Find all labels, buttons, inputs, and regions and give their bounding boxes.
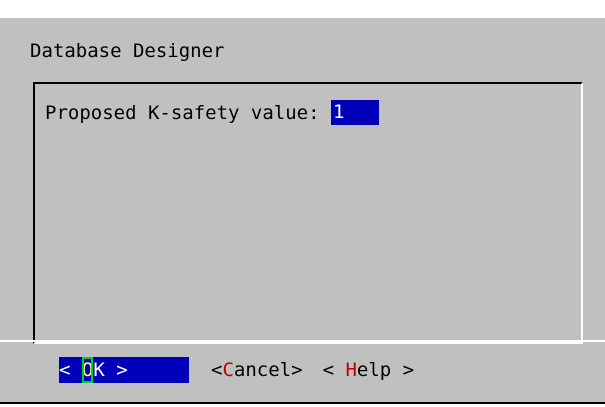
dialog-content-box: Proposed K-safety value: 1 [33,82,583,344]
cancel-bracket-right: > [291,359,303,381]
k-safety-label: Proposed K-safety value: [45,102,331,124]
button-bar: < OK > <Cancel> < Help > [59,357,414,385]
k-safety-input[interactable]: 1 [330,100,379,125]
ok-button[interactable]: < OK > [59,357,189,383]
ok-bracket-left: < [59,359,82,381]
help-label-rest: elp [356,359,392,381]
cancel-bracket-left: < [211,359,223,381]
help-bracket-right: > [391,359,415,381]
help-button[interactable]: < Help > [323,357,415,383]
help-hotkey: H [345,359,357,381]
cancel-label-rest: ancel [233,359,292,381]
help-bracket-left: < [322,359,346,381]
database-designer-dialog: Database Designer Proposed K-safety valu… [0,18,605,404]
cancel-button[interactable]: <Cancel> [211,357,303,383]
cancel-hotkey: C [222,359,234,381]
button-separator [0,340,605,342]
k-safety-prompt: Proposed K-safety value: 1 [45,100,379,126]
dialog-bottom-border [0,402,605,404]
dialog-title: Database Designer [30,40,225,62]
ok-label-rest: K [93,359,105,381]
ok-bracket-right: > [104,359,128,381]
ok-hotkey: O [81,357,94,383]
